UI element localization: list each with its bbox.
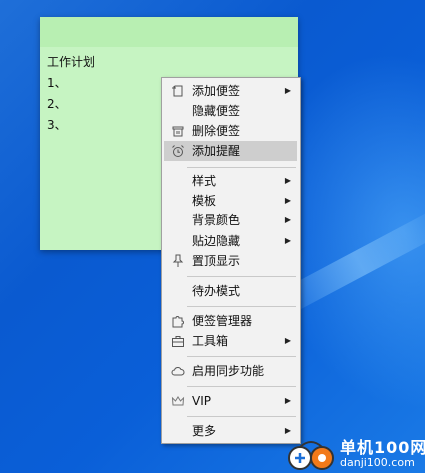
menu-item-background-color[interactable]: 背景颜色 ▶ [164, 210, 297, 230]
note-title-bar[interactable] [40, 17, 298, 47]
watermark: 单机100网 danji100.com [288, 432, 425, 473]
menu-item-delete-note[interactable]: 删除便签 [164, 121, 297, 141]
menu-item-label: 样式 [192, 174, 217, 188]
menu-separator [187, 386, 296, 387]
submenu-arrow-icon: ▶ [284, 336, 291, 345]
menu-item-note-manager[interactable]: 便签管理器 [164, 311, 297, 331]
menu-item-pin-on-top[interactable]: 置顶显示 [164, 251, 297, 271]
submenu-arrow-icon: ▶ [284, 86, 291, 95]
menu-item-hide-note[interactable]: 隐藏便签 [164, 101, 297, 121]
menu-item-label: 待办模式 [192, 284, 241, 298]
menu-item-edge-hide[interactable]: 贴边隐藏 ▶ [164, 231, 297, 251]
submenu-arrow-icon: ▶ [284, 196, 291, 205]
alarm-clock-icon [172, 145, 184, 157]
watermark-url: danji100.com [340, 456, 415, 469]
context-menu: 添加便签 ▶ 隐藏便签 删除便签 添加提醒 样式 ▶ 模板 ▶ 背景颜色 ▶ 贴… [161, 77, 301, 444]
menu-item-style[interactable]: 样式 ▶ [164, 171, 297, 191]
danji100-logo-icon [288, 441, 334, 470]
menu-item-label: 便签管理器 [192, 314, 253, 328]
menu-item-label: 模板 [192, 194, 217, 208]
crown-icon [171, 396, 185, 406]
menu-separator [187, 306, 296, 307]
cloud-icon [171, 367, 185, 376]
submenu-arrow-icon: ▶ [284, 176, 291, 185]
menu-separator [187, 356, 296, 357]
menu-separator [187, 167, 296, 168]
menu-item-add-note[interactable]: 添加便签 ▶ [164, 81, 297, 101]
menu-item-label: VIP [192, 394, 211, 408]
menu-item-label: 添加便签 [192, 84, 241, 98]
add-note-icon [172, 85, 183, 97]
submenu-arrow-icon: ▶ [284, 236, 291, 245]
menu-item-label: 启用同步功能 [192, 364, 265, 378]
menu-item-todo-mode[interactable]: 待办模式 [164, 281, 297, 301]
note-line-3[interactable]: 3、 [47, 118, 67, 132]
menu-item-label: 添加提醒 [192, 144, 241, 158]
menu-item-template[interactable]: 模板 ▶ [164, 191, 297, 211]
menu-item-label: 更多 [192, 424, 217, 438]
menu-item-more[interactable]: 更多 ▶ [164, 421, 297, 441]
toolbox-icon [172, 336, 184, 347]
watermark-site-name: 单机100网 [340, 438, 425, 457]
menu-item-add-reminder[interactable]: 添加提醒 [164, 141, 297, 161]
submenu-arrow-icon: ▶ [284, 215, 291, 224]
menu-item-label: 工具箱 [192, 334, 229, 348]
note-line-1[interactable]: 1、 [47, 76, 67, 90]
menu-item-enable-sync[interactable]: 启用同步功能 [164, 361, 297, 381]
note-line-title[interactable]: 工作计划 [47, 55, 95, 69]
desktop-background: 工作计划 1、 2、 3、 添加便签 ▶ 隐藏便签 删除便签 添加提醒 样式 ▶… [0, 0, 425, 473]
puzzle-icon [172, 316, 184, 328]
menu-item-vip[interactable]: VIP ▶ [164, 391, 297, 411]
menu-item-toolbox[interactable]: 工具箱 ▶ [164, 331, 297, 351]
menu-separator [187, 416, 296, 417]
trash-icon [172, 126, 184, 137]
menu-item-label: 置顶显示 [192, 254, 241, 268]
menu-item-label: 贴边隐藏 [192, 234, 241, 248]
menu-item-label: 删除便签 [192, 124, 241, 138]
menu-item-label: 隐藏便签 [192, 104, 241, 118]
pin-icon [172, 254, 184, 267]
note-line-2[interactable]: 2、 [47, 97, 67, 111]
menu-item-label: 背景颜色 [192, 213, 241, 227]
menu-separator [187, 276, 296, 277]
submenu-arrow-icon: ▶ [284, 396, 291, 405]
